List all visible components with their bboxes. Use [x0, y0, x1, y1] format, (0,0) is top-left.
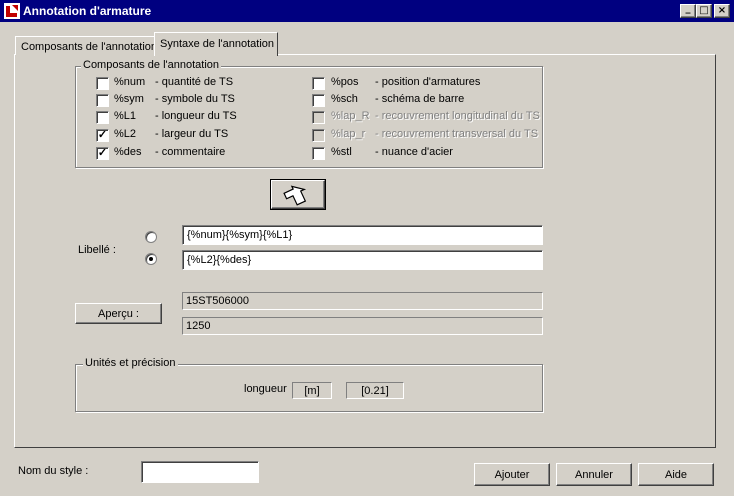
- code-l2: %L2: [114, 128, 137, 140]
- apercu-line1: 15ST506000: [182, 292, 543, 310]
- apercu-button-label: Aperçu :: [98, 307, 139, 320]
- desc-stl: - nuance d'acier: [375, 146, 453, 158]
- desc-l2: - largeur du TS: [155, 128, 229, 140]
- checkbox-l1[interactable]: [96, 111, 109, 124]
- checkbox-l2[interactable]: ✓: [96, 129, 109, 142]
- close-icon: ×: [717, 5, 727, 16]
- code-lap-r-trans: %lap_r: [331, 128, 366, 140]
- radio-line1[interactable]: [145, 231, 157, 243]
- minimize-icon: _: [685, 3, 691, 14]
- add-button[interactable]: Ajouter: [474, 463, 550, 486]
- units-unit-field[interactable]: [m]: [292, 382, 332, 399]
- desc-lap-r-long: - recouvrement longitudinal du TS: [375, 110, 540, 122]
- checkbox-lap-r-trans: [312, 129, 325, 142]
- close-button[interactable]: ×: [714, 4, 730, 18]
- insert-arrow-icon: [283, 184, 307, 206]
- code-stl: %stl: [331, 146, 352, 158]
- desc-l1: - longueur du TS: [155, 110, 237, 122]
- libelle-line1-input[interactable]: {%num}{%sym}{%L1}: [182, 225, 543, 245]
- cancel-button[interactable]: Annuler: [556, 463, 632, 486]
- units-precision-field[interactable]: [0.21]: [346, 382, 404, 399]
- radio-line2[interactable]: [145, 253, 157, 265]
- tab-label: Composants de l'annotation: [21, 41, 158, 53]
- cancel-button-label: Annuler: [575, 468, 613, 481]
- help-button[interactable]: Aide: [638, 463, 714, 486]
- radio-dot: [149, 257, 153, 261]
- style-name-label: Nom du style :: [18, 465, 89, 477]
- units-length-label: longueur: [244, 383, 287, 395]
- libelle-label: Libellé :: [78, 244, 116, 256]
- maximize-icon: □: [699, 5, 709, 16]
- desc-sch: - schéma de barre: [375, 93, 465, 105]
- tab-composants[interactable]: Composants de l'annotation: [15, 36, 158, 55]
- app-icon: [4, 3, 20, 19]
- code-des: %des: [114, 146, 142, 158]
- checkbox-sch[interactable]: [312, 94, 325, 107]
- code-num: %num: [114, 76, 146, 88]
- maximize-button[interactable]: □: [696, 4, 712, 18]
- apercu-button[interactable]: Aperçu :: [75, 303, 162, 324]
- checkbox-stl[interactable]: [312, 147, 325, 160]
- checkbox-des[interactable]: ✓: [96, 147, 109, 160]
- libelle-line2-input[interactable]: {%L2}{%des}: [182, 250, 543, 270]
- desc-num: - quantité de TS: [155, 76, 234, 88]
- desc-sym: - symbole du TS: [155, 93, 235, 105]
- add-button-label: Ajouter: [494, 468, 530, 481]
- apercu-line2: 1250: [182, 317, 543, 335]
- check-mark-icon: ✓: [97, 147, 108, 159]
- checkbox-lap-r-long: [312, 111, 325, 124]
- desc-pos: - position d'armatures: [375, 76, 481, 88]
- components-legend: Composants de l'annotation: [81, 59, 222, 71]
- style-name-input[interactable]: [141, 461, 259, 483]
- desc-lap-r-trans: - recouvrement transversal du TS: [375, 128, 539, 140]
- tab-label: Syntaxe de l'annotation: [160, 38, 275, 50]
- code-sch: %sch: [331, 93, 358, 105]
- desc-des: - commentaire: [155, 146, 226, 158]
- checkbox-sym[interactable]: [96, 94, 109, 107]
- units-legend: Unités et précision: [83, 357, 178, 369]
- insert-button[interactable]: [270, 179, 326, 210]
- checkbox-pos[interactable]: [312, 77, 325, 90]
- code-l1: %L1: [114, 110, 137, 122]
- code-sym: %sym: [114, 93, 144, 105]
- minimize-button[interactable]: _: [680, 4, 696, 18]
- checkbox-num[interactable]: [96, 77, 109, 90]
- help-button-label: Aide: [664, 468, 688, 481]
- check-mark-icon: ✓: [97, 129, 108, 141]
- code-lap-r-long: %lap_R: [331, 110, 370, 122]
- active-tab-joint: [155, 54, 277, 56]
- title-bar[interactable]: Annotation d'armature _ □ ×: [0, 0, 734, 22]
- code-pos: %pos: [331, 76, 359, 88]
- tab-syntaxe[interactable]: Syntaxe de l'annotation: [154, 32, 278, 56]
- window-title: Annotation d'armature: [23, 4, 152, 18]
